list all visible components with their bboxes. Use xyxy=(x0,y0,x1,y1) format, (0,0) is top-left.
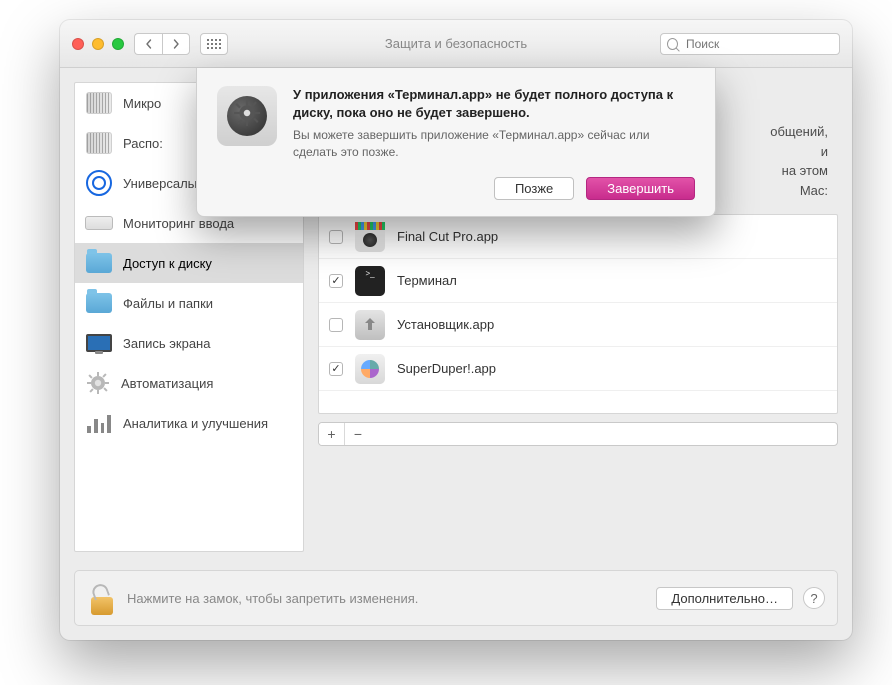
sidebar-item-label: Автоматизация xyxy=(121,376,213,391)
checkbox[interactable] xyxy=(329,318,343,332)
display-icon xyxy=(85,329,113,357)
app-name: Терминал xyxy=(397,273,457,288)
app-name: Установщик.app xyxy=(397,317,494,332)
search-input[interactable] xyxy=(684,36,833,52)
later-button[interactable]: Позже xyxy=(494,177,574,200)
sidebar-item-label: Аналитика и улучшения xyxy=(123,416,268,431)
footer-bar: Нажмите на замок, чтобы запретить измене… xyxy=(74,570,838,626)
checkbox[interactable]: ✓ xyxy=(329,274,343,288)
minimize-window-button[interactable] xyxy=(92,38,104,50)
keyboard-icon xyxy=(85,209,113,237)
app-row[interactable]: Установщик.app xyxy=(319,303,837,347)
confirmation-sheet: У приложения «Терминал.app» не будет пол… xyxy=(196,68,716,217)
sidebar-item-analytics[interactable]: Аналитика и улучшения xyxy=(75,403,303,443)
add-remove-controls: + − xyxy=(318,422,838,446)
sheet-text: У приложения «Терминал.app» не будет пол… xyxy=(293,86,695,161)
app-row[interactable]: Final Cut Pro.app xyxy=(319,215,837,259)
sidebar-item-full-disk-access[interactable]: Доступ к диску xyxy=(75,243,303,283)
bars-icon xyxy=(85,409,113,437)
gear-icon xyxy=(85,370,111,396)
sheet-actions: Позже Завершить xyxy=(217,177,695,200)
close-window-button[interactable] xyxy=(72,38,84,50)
accessibility-icon xyxy=(85,169,113,197)
lock-hint-text: Нажмите на замок, чтобы запретить измене… xyxy=(127,591,418,606)
search-icon xyxy=(667,38,678,50)
sheet-subtext: Вы можете завершить приложение «Терминал… xyxy=(293,127,695,161)
app-icon: >_ xyxy=(355,266,385,296)
sidebar-item-label: Микро xyxy=(123,96,161,111)
waveform-icon xyxy=(85,129,113,157)
remove-button[interactable]: − xyxy=(345,423,371,445)
sidebar-item-files-folders[interactable]: Файлы и папки xyxy=(75,283,303,323)
chevron-right-icon xyxy=(171,39,181,49)
checkbox[interactable]: ✓ xyxy=(329,362,343,376)
zoom-window-button[interactable] xyxy=(112,38,124,50)
sidebar-item-label: Доступ к диску xyxy=(123,256,212,271)
nav-buttons xyxy=(134,33,190,55)
system-preferences-icon xyxy=(217,86,277,146)
gear-icon xyxy=(234,100,260,133)
show-all-button[interactable] xyxy=(200,33,228,55)
checkbox[interactable] xyxy=(329,230,343,244)
sidebar-item-label: Запись экрана xyxy=(123,336,210,351)
back-button[interactable] xyxy=(134,33,162,55)
app-list: Final Cut Pro.app ✓ >_ Терминал xyxy=(318,214,838,414)
lock-button[interactable] xyxy=(87,581,117,615)
sidebar-item-automation[interactable]: Автоматизация xyxy=(75,363,303,403)
sheet-headline: У приложения «Терминал.app» не будет пол… xyxy=(293,86,695,121)
titlebar: Защита и безопасность xyxy=(60,20,852,68)
search-field[interactable] xyxy=(660,33,840,55)
app-name: Final Cut Pro.app xyxy=(397,229,498,244)
app-row[interactable]: ✓ SuperDuper!.app xyxy=(319,347,837,391)
help-button[interactable]: ? xyxy=(803,587,825,609)
sidebar-item-screen-recording[interactable]: Запись экрана xyxy=(75,323,303,363)
app-icon xyxy=(355,310,385,340)
chevron-left-icon xyxy=(144,39,154,49)
app-icon xyxy=(355,354,385,384)
add-button[interactable]: + xyxy=(319,423,345,445)
system-preferences-window: Защита и безопасность Микро Распо: Униве… xyxy=(60,20,852,640)
folder-icon xyxy=(85,249,113,277)
sidebar-item-label: Распо: xyxy=(123,136,163,151)
window-controls xyxy=(72,38,124,50)
sidebar-item-label: Файлы и папки xyxy=(123,296,213,311)
app-icon xyxy=(355,222,385,252)
advanced-button[interactable]: Дополнительно… xyxy=(656,587,793,610)
forward-button[interactable] xyxy=(162,33,190,55)
sidebar-item-label: Мониторинг ввода xyxy=(123,216,234,231)
folder-icon xyxy=(85,289,113,317)
waveform-icon xyxy=(85,89,113,117)
app-name: SuperDuper!.app xyxy=(397,361,496,376)
quit-now-button[interactable]: Завершить xyxy=(586,177,695,200)
grid-icon xyxy=(207,39,221,49)
app-row[interactable]: ✓ >_ Терминал xyxy=(319,259,837,303)
